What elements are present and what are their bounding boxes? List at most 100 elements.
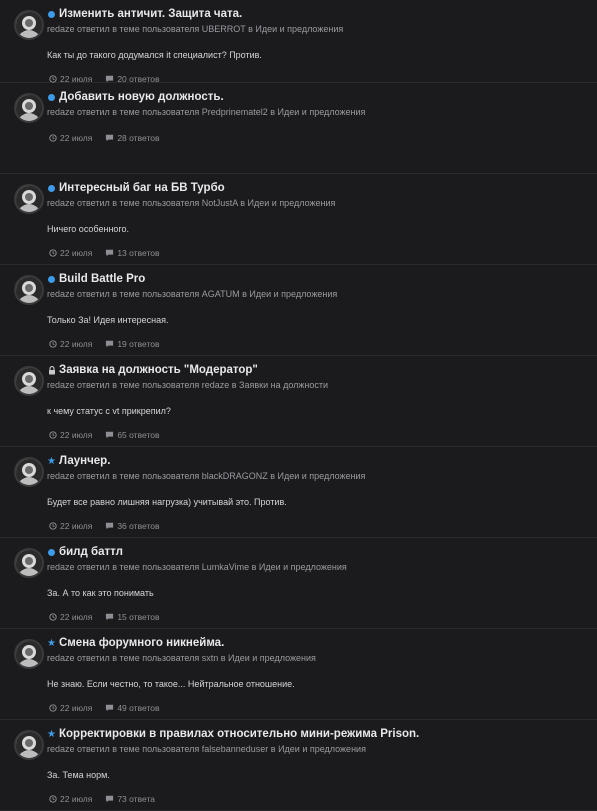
post-date: 22 июля [60,430,93,440]
activity-body: билд баттл redaze ответил в теме пользов… [47,544,587,622]
reply-count: 36 ответов [117,521,160,531]
activity-item: билд баттл redaze ответил в теме пользов… [0,538,597,629]
comment-icon [106,340,114,348]
comment-icon [106,249,114,257]
activity-footer: 22 июля 15 ответов [49,612,587,622]
avatar[interactable] [14,275,44,305]
post-excerpt: Ничего особенного. [47,224,130,234]
activity-meta: redaze ответил в теме пользователя redaz… [47,380,329,390]
replies-stat: 28 ответов [105,133,159,143]
title-row: Добавить новую должность. [47,89,587,105]
unread-dot-icon [47,275,56,284]
reply-count: 65 ответов [117,430,160,440]
replies-stat: 15 ответов [105,612,159,622]
activity-body: Интересный баг на БВ Турбо redaze ответи… [47,180,587,258]
reply-count: 49 ответов [117,703,160,713]
date-stat: 22 июля [49,430,92,440]
activity-meta: redaze ответил в теме пользователя Predp… [47,107,366,117]
activity-body: ★ Корректировки в правилах относительно … [47,726,587,804]
post-date: 22 июля [60,133,93,143]
reply-count: 13 ответов [117,248,160,258]
thread-title[interactable]: Корректировки в правилах относительно ми… [59,728,419,740]
replies-stat: 19 ответов [105,339,159,349]
clock-icon [49,340,57,348]
activity-body: ★ Лаунчер. redaze ответил в теме пользов… [47,453,587,531]
activity-meta: redaze ответил в теме пользователя false… [47,744,366,754]
activity-meta: redaze ответил в теме пользователя black… [47,471,366,481]
star-icon: ★ [47,728,56,740]
post-excerpt: За. Тема норм. [47,770,110,780]
thread-title[interactable]: билд баттл [59,546,123,558]
clock-icon [49,704,57,712]
reply-count: 28 ответов [117,133,160,143]
post-excerpt: Будет все равно лишняя нагрузка) учитыва… [47,497,287,507]
post-excerpt: Не знаю. Если честно, то такое... Нейтра… [47,679,295,689]
comment-icon [106,431,114,439]
reply-count: 15 ответов [117,612,160,622]
activity-item: Изменить античит. Защита чата. redaze от… [0,0,597,84]
lock-icon [47,365,56,375]
replies-stat: 36 ответов [105,521,159,531]
avatar[interactable] [14,639,44,669]
title-row: ★ Смена форумного никнейма. [47,635,587,651]
clock-icon [49,431,57,439]
comment-icon [106,522,114,530]
post-date: 22 июля [60,703,93,713]
activity-item: ★ Смена форумного никнейма. redaze ответ… [0,629,597,720]
thread-title[interactable]: Смена форумного никнейма. [59,637,224,649]
avatar[interactable] [14,366,44,396]
avatar[interactable] [14,184,44,214]
activity-footer: 22 июля 28 ответов [49,133,587,143]
comment-icon [106,134,114,142]
avatar[interactable] [14,548,44,578]
thread-title[interactable]: Добавить новую должность. [59,91,224,103]
activity-meta: redaze ответил в теме пользователя AGATU… [47,289,338,299]
thread-title[interactable]: Build Battle Pro [59,273,145,285]
post-date: 22 июля [60,248,93,258]
comment-icon [106,704,114,712]
activity-item: Интересный баг на БВ Турбо redaze ответи… [0,174,597,265]
activity-item: Добавить новую должность. redaze ответил… [0,83,597,174]
avatar[interactable] [14,730,44,760]
star-icon: ★ [47,637,56,649]
date-stat: 22 июля [49,521,92,531]
post-date: 22 июля [60,339,93,349]
comment-icon [106,795,114,803]
post-date: 22 июля [60,521,93,531]
date-stat: 22 июля [49,612,92,622]
post-excerpt: Только За! Идея интересная. [47,315,169,325]
thread-title[interactable]: Лаунчер. [59,455,110,467]
activity-meta: redaze ответил в теме пользователя Lumka… [47,562,347,572]
activity-body: Build Battle Pro redaze ответил в теме п… [47,271,587,349]
activity-item: ★ Лаунчер. redaze ответил в теме пользов… [0,447,597,538]
activity-meta: redaze ответил в теме пользователя NotJu… [47,198,336,208]
thread-title[interactable]: Интересный баг на БВ Турбо [59,182,225,194]
avatar[interactable] [14,457,44,487]
clock-icon [49,795,57,803]
title-row: билд баттл [47,544,587,560]
unread-dot-icon [47,93,56,102]
star-icon: ★ [47,455,56,467]
post-excerpt: к чему статус с vt прикрепил? [47,406,171,416]
post-excerpt: За. А то как это понимать [47,588,154,598]
date-stat: 22 июля [49,133,92,143]
thread-title[interactable]: Изменить античит. Защита чата. [59,8,242,20]
date-stat: 22 июля [49,248,92,258]
clock-icon [49,75,57,83]
activity-feed: Изменить античит. Защита чата. redaze от… [0,0,597,811]
date-stat: 22 июля [49,794,92,804]
replies-stat: 49 ответов [105,703,159,713]
activity-item: ★ Корректировки в правилах относительно … [0,720,597,811]
replies-stat: 65 ответов [105,430,159,440]
activity-item: Заявка на должность "Модератор" redaze о… [0,356,597,447]
post-date: 22 июля [60,794,93,804]
activity-meta: redaze ответил в теме пользователя sxtn … [47,653,316,663]
avatar[interactable] [14,10,44,40]
thread-title[interactable]: Заявка на должность "Модератор" [59,364,258,376]
clock-icon [49,613,57,621]
date-stat: 22 июля [49,339,92,349]
activity-footer: 22 июля 49 ответов [49,703,587,713]
replies-stat: 73 ответа [105,794,155,804]
avatar[interactable] [14,93,44,123]
clock-icon [49,522,57,530]
